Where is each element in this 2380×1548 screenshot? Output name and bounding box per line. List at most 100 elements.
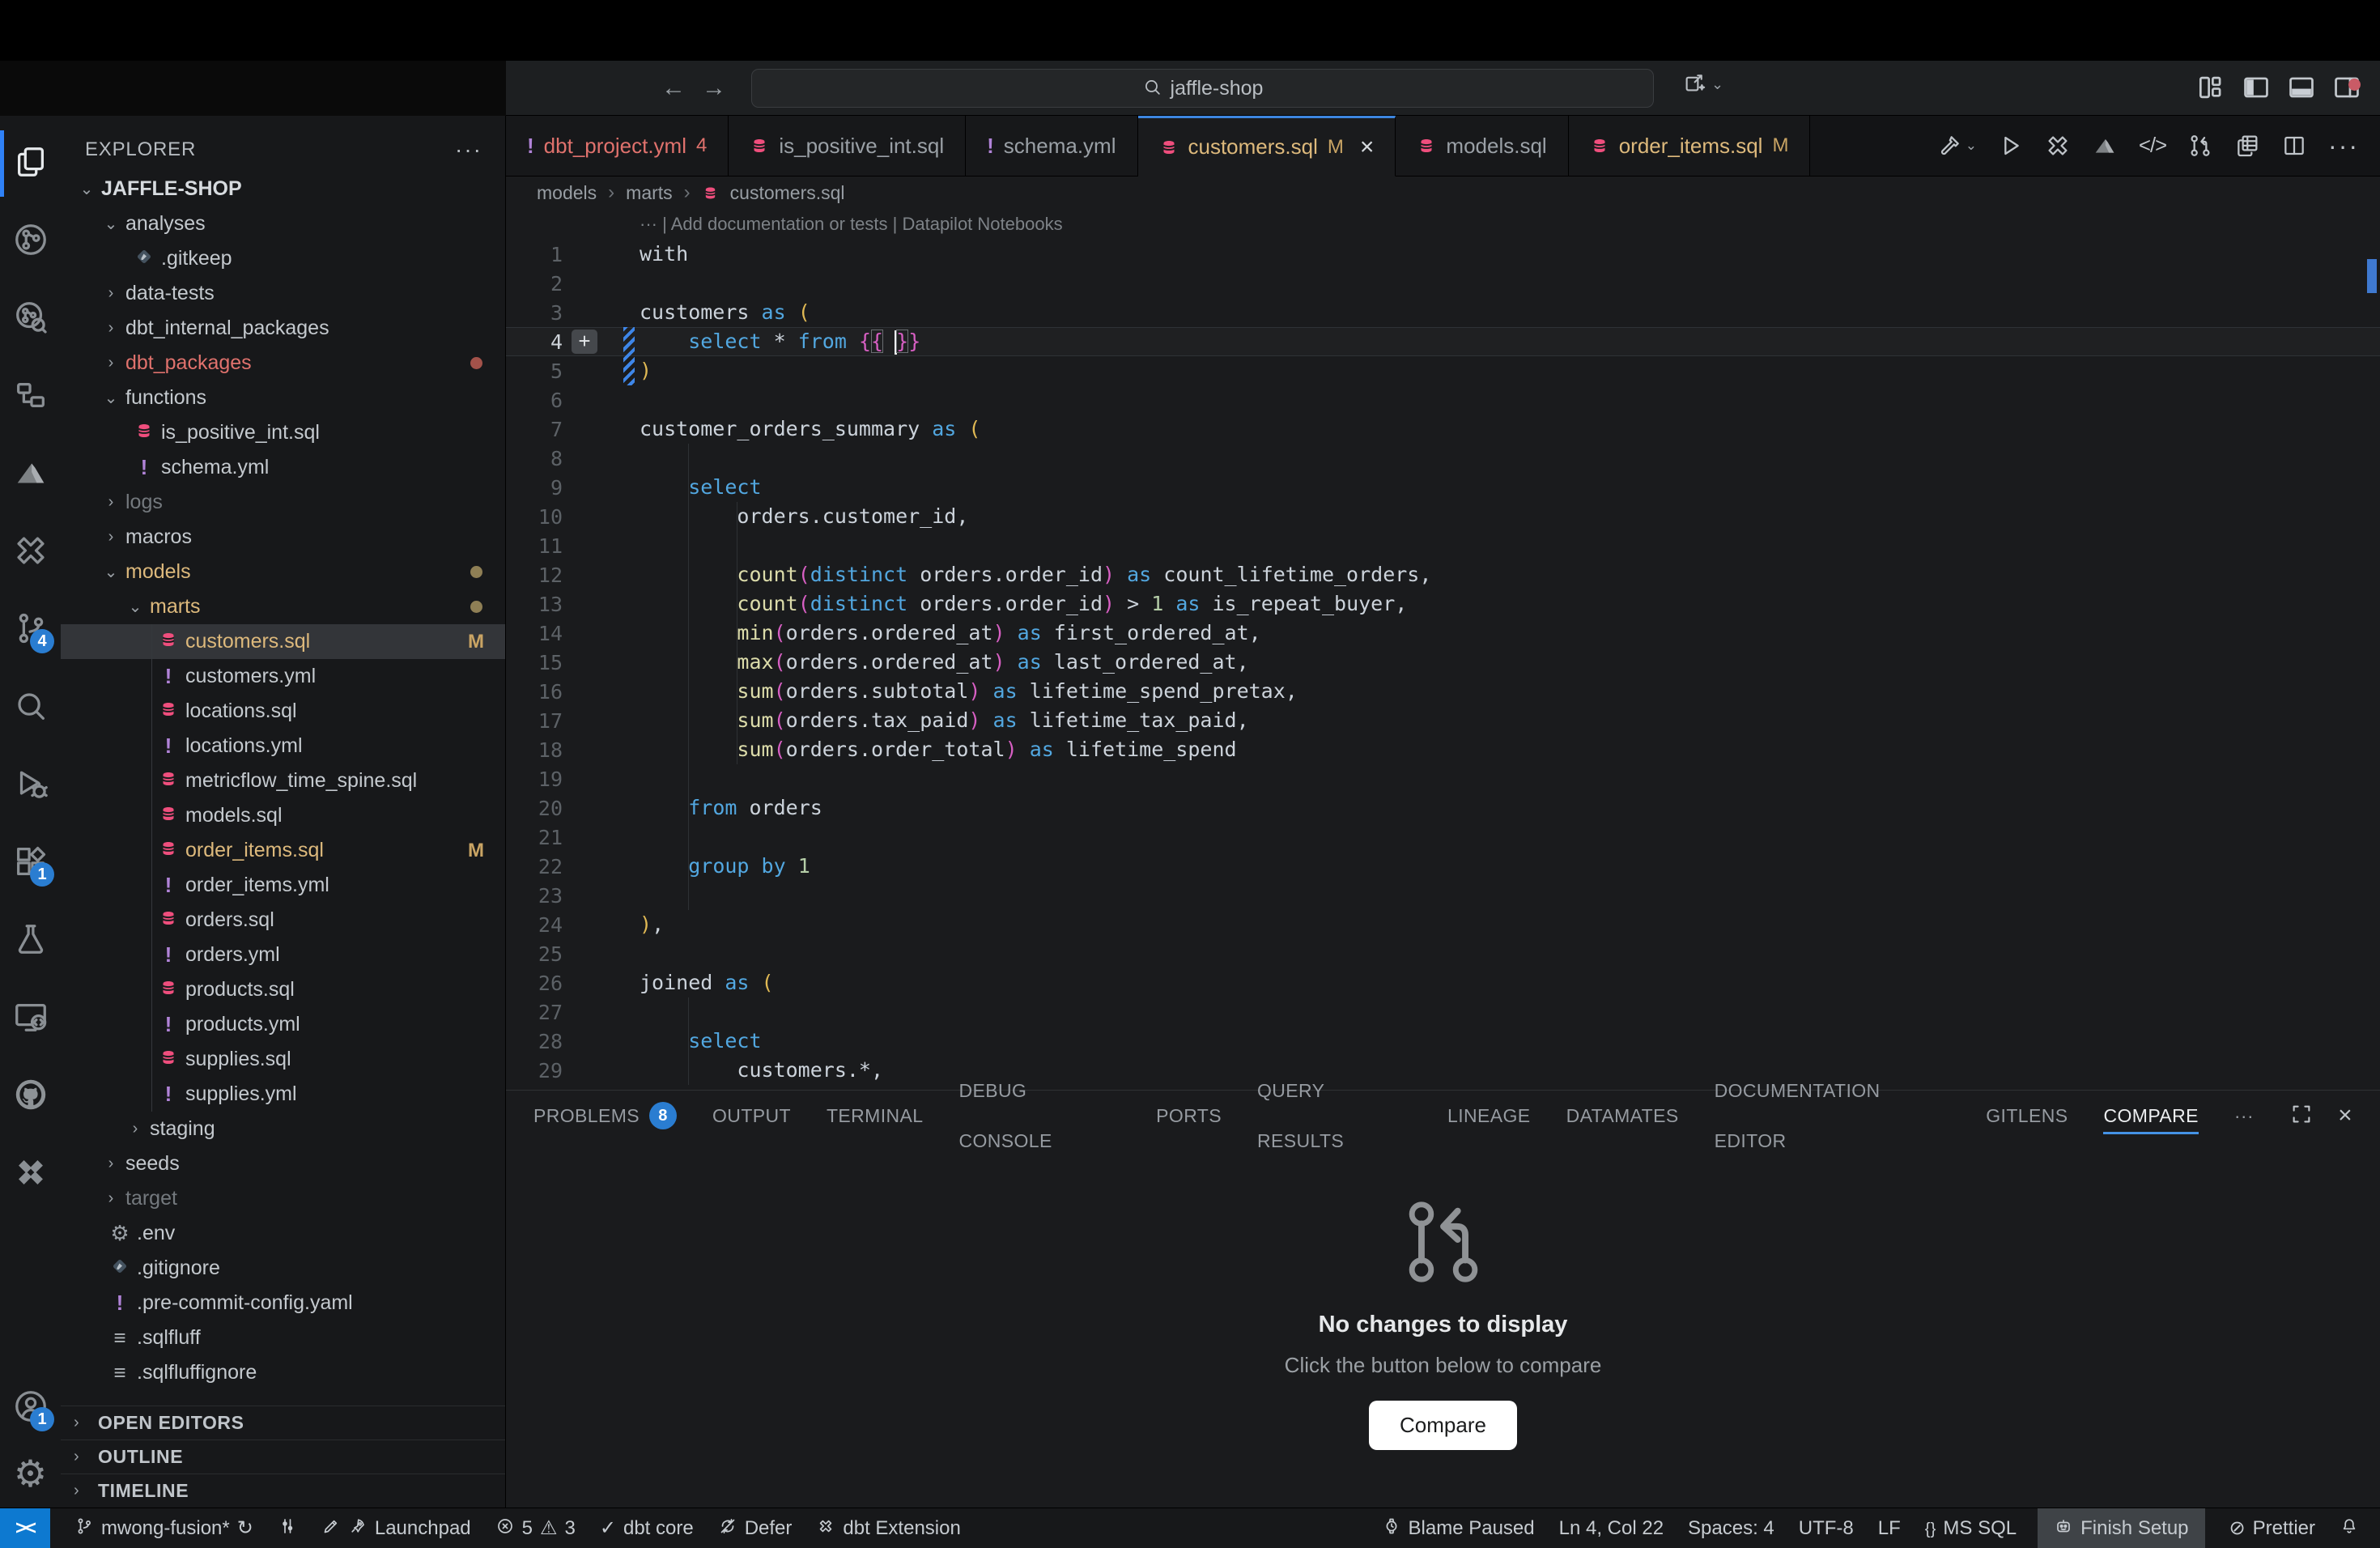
- panel-tab-documentation-editor[interactable]: DOCUMENTATION EDITOR: [1715, 1091, 1951, 1141]
- code-line-15[interactable]: 15 max(orders.ordered_at) as last_ordere…: [506, 648, 2380, 677]
- tree-item-.sqlfluffignore[interactable]: ≡.sqlfluffignore: [61, 1355, 505, 1390]
- tree-item-logs[interactable]: ›logs: [61, 485, 505, 520]
- status-compare-changes[interactable]: [278, 1516, 297, 1539]
- tree-item-JAFFLE-SHOP[interactable]: ⌄JAFFLE-SHOP: [61, 172, 505, 206]
- activity-item-run-debug[interactable]: [0, 752, 61, 817]
- tree-item-data-tests[interactable]: ›data-tests: [61, 276, 505, 311]
- activity-item-explorer[interactable]: [0, 130, 61, 195]
- panel-tab-compare[interactable]: COMPARE: [2103, 1091, 2198, 1141]
- tree-item-.env[interactable]: ⚙.env: [61, 1216, 505, 1251]
- tree-item-orders.yml[interactable]: !orders.yml: [61, 938, 505, 972]
- code-line-23[interactable]: 23: [506, 881, 2380, 910]
- activity-item-dbt-power-user[interactable]: [0, 519, 61, 584]
- status-problems-summary[interactable]: 5⚠3: [495, 1516, 576, 1540]
- code-line-19[interactable]: 19: [506, 764, 2380, 793]
- status-launchpad[interactable]: Launchpad: [321, 1516, 471, 1539]
- tree-item-dbt_internal_packages[interactable]: ›dbt_internal_packages: [61, 311, 505, 346]
- activity-item-dbt[interactable]: [0, 441, 61, 506]
- code-line-16[interactable]: 16 sum(orders.subtotal) as lifetime_spen…: [506, 677, 2380, 706]
- code-line-9[interactable]: 9 select: [506, 473, 2380, 502]
- tree-item-target[interactable]: ›target: [61, 1181, 505, 1216]
- tree-item-locations.yml[interactable]: !locations.yml: [61, 729, 505, 763]
- sidebar-section-outline[interactable]: ›OUTLINE: [61, 1440, 505, 1474]
- tree-item-supplies.yml[interactable]: !supplies.yml: [61, 1077, 505, 1112]
- code-line-7[interactable]: 7customer_orders_summary as (: [506, 415, 2380, 444]
- explorer-more-actions[interactable]: ···: [455, 137, 482, 163]
- share-chat-button[interactable]: ⌄: [1682, 70, 1723, 98]
- compile-code-icon[interactable]: </>: [2139, 134, 2166, 158]
- activity-item-dbt-power-user-alt[interactable]: [0, 1141, 61, 1206]
- panel-tab-lineage[interactable]: LINEAGE: [1447, 1091, 1531, 1141]
- status-prettier[interactable]: ⊘Prettier: [2229, 1516, 2315, 1540]
- codelens[interactable]: ··· | Add documentation or tests | Datap…: [506, 209, 2380, 240]
- activity-item-flowchart[interactable]: [0, 364, 61, 428]
- customize-layout-icon[interactable]: [2195, 72, 2226, 107]
- breadcrumb-item[interactable]: marts: [626, 182, 673, 204]
- status-cursor-position[interactable]: Ln 4, Col 22: [1559, 1517, 1664, 1540]
- tree-item-products.sql[interactable]: products.sql: [61, 972, 505, 1007]
- code-line-29[interactable]: 29 customers.*,: [506, 1056, 2380, 1085]
- activity-item-extensions[interactable]: 1: [0, 830, 61, 895]
- activity-item-remote-explorer[interactable]: [0, 985, 61, 1050]
- tree-item-customers.yml[interactable]: !customers.yml: [61, 659, 505, 694]
- tab-dbt_project.yml[interactable]: !dbt_project.yml4: [506, 116, 729, 176]
- activity-item-search[interactable]: [0, 674, 61, 739]
- status-language-mode[interactable]: {}MS SQL: [1925, 1517, 2017, 1540]
- code-line-10[interactable]: 10 orders.customer_id,: [506, 502, 2380, 531]
- query-results-icon[interactable]: [2234, 133, 2260, 159]
- activity-item-lineage[interactable]: [0, 208, 61, 273]
- tree-item-seeds[interactable]: ›seeds: [61, 1146, 505, 1181]
- panel-tab-output[interactable]: OUTPUT: [712, 1091, 791, 1141]
- status-finish-setup[interactable]: Finish Setup: [2038, 1508, 2204, 1548]
- breadcrumb-item[interactable]: customers.sql: [730, 182, 845, 204]
- panel-tab-debug-console[interactable]: DEBUG CONSOLE: [958, 1091, 1120, 1141]
- status-dbt-extension[interactable]: dbt Extension: [816, 1516, 960, 1539]
- close-icon[interactable]: ×: [1360, 134, 1375, 161]
- tab-schema.yml[interactable]: !schema.yml: [966, 116, 1137, 176]
- tree-item-metricflow_time_spine.sql[interactable]: metricflow_time_spine.sql: [61, 763, 505, 798]
- tree-item-locations.sql[interactable]: locations.sql: [61, 694, 505, 729]
- activity-item-source-control[interactable]: 4: [0, 597, 61, 661]
- panel-more-tabs[interactable]: ···: [2234, 1091, 2254, 1141]
- code-line-25[interactable]: 25: [506, 939, 2380, 968]
- code-line-24[interactable]: 24),: [506, 910, 2380, 939]
- status-dbt-core[interactable]: ✓dbt core: [600, 1516, 694, 1540]
- git-pr-icon[interactable]: [2187, 133, 2213, 159]
- toggle-panel-icon[interactable]: [2286, 72, 2317, 107]
- code-line-8[interactable]: 8: [506, 444, 2380, 473]
- code-line-13[interactable]: 13 count(distinct orders.order_id) > 1 a…: [506, 589, 2380, 619]
- code-line-20[interactable]: 20 from orders: [506, 793, 2380, 823]
- tree-item-.gitkeep[interactable]: .gitkeep: [61, 241, 505, 276]
- tree-item-products.yml[interactable]: !products.yml: [61, 1007, 505, 1042]
- code-line-17[interactable]: 17 sum(orders.tax_paid) as lifetime_tax_…: [506, 706, 2380, 735]
- panel-tab-gitlens[interactable]: GITLENS: [1986, 1091, 2068, 1141]
- panel-tab-datamates[interactable]: DATAMATES: [1566, 1091, 1679, 1141]
- tree-item-is_positive_int.sql[interactable]: is_positive_int.sql: [61, 415, 505, 450]
- code-line-11[interactable]: 11: [506, 531, 2380, 560]
- add-line-action-button[interactable]: +: [572, 330, 597, 354]
- command-center-search[interactable]: jaffle-shop: [751, 69, 1654, 108]
- status-encoding[interactable]: UTF-8: [1799, 1517, 1854, 1540]
- code-line-18[interactable]: 18 sum(orders.order_total) as lifetime_s…: [506, 735, 2380, 764]
- split-editor-icon[interactable]: [2281, 133, 2307, 159]
- toggle-sidebar-icon[interactable]: [2241, 72, 2272, 107]
- activity-item-accounts[interactable]: 1: [0, 1375, 61, 1440]
- code-line-21[interactable]: 21: [506, 823, 2380, 852]
- activity-item-github[interactable]: [0, 1063, 61, 1128]
- build-hammer-icon[interactable]: ⌄: [1936, 133, 1977, 159]
- tab-customers.sql[interactable]: customers.sqlM×: [1138, 116, 1396, 176]
- code-line-14[interactable]: 14 min(orders.ordered_at) as first_order…: [506, 619, 2380, 648]
- tree-item-supplies.sql[interactable]: supplies.sql: [61, 1042, 505, 1077]
- tab-order_items.sql[interactable]: order_items.sqlM: [1569, 116, 1811, 176]
- tree-item-macros[interactable]: ›macros: [61, 520, 505, 555]
- tab-models.sql[interactable]: models.sql: [1396, 116, 1568, 176]
- tab-is_positive_int.sql[interactable]: is_positive_int.sql: [729, 116, 966, 176]
- more-actions-icon[interactable]: ···: [2328, 131, 2359, 161]
- status-notifications[interactable]: [2340, 1516, 2359, 1539]
- tree-item-models.sql[interactable]: models.sql: [61, 798, 505, 833]
- code-line-5[interactable]: 5): [506, 356, 2380, 385]
- run-play-icon[interactable]: [1998, 133, 2024, 159]
- tree-item-staging[interactable]: ›staging: [61, 1112, 505, 1146]
- panel-close-icon[interactable]: ×: [2338, 1102, 2352, 1129]
- code-line-26[interactable]: 26joined as (: [506, 968, 2380, 997]
